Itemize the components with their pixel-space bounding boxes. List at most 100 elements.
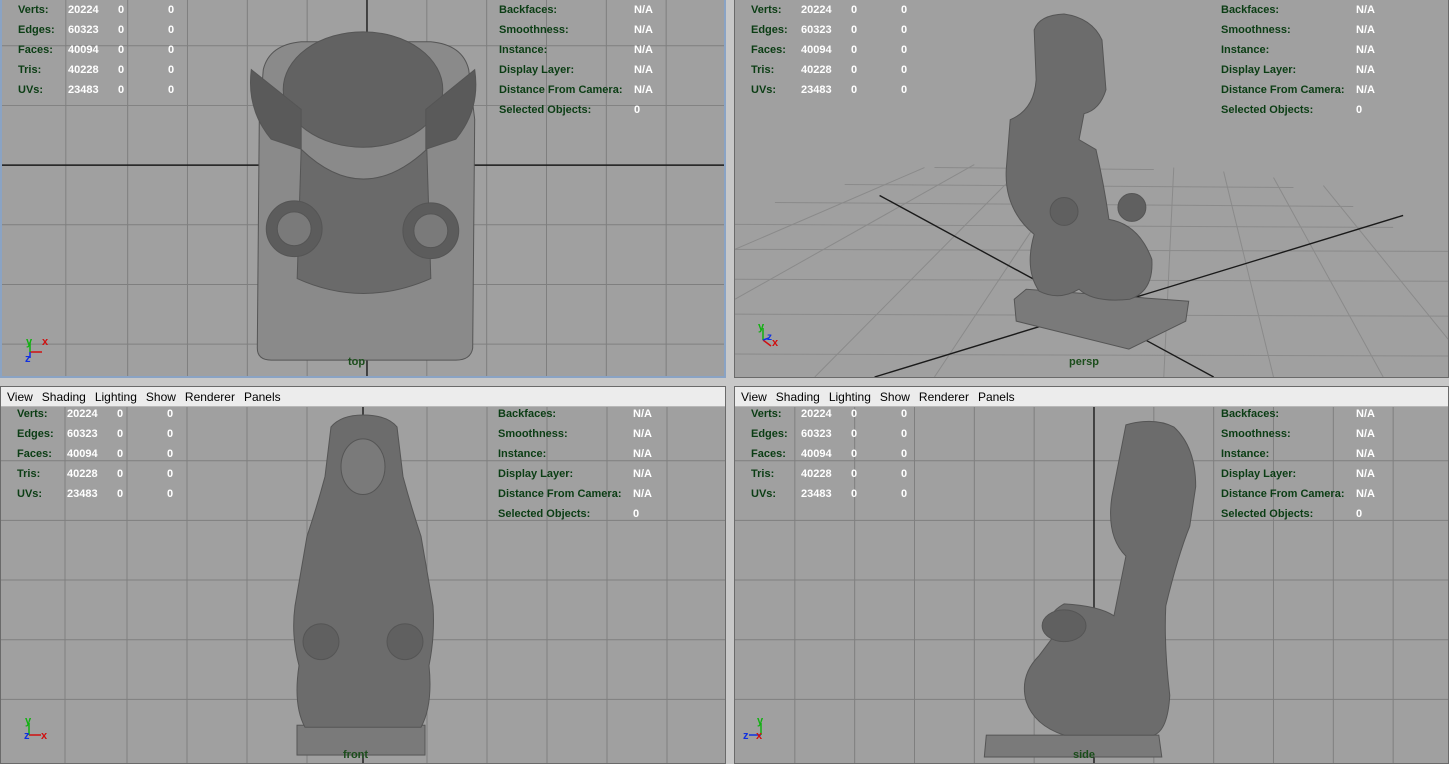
hud-value: 23483 xyxy=(801,84,832,96)
hud-value: N/A xyxy=(1356,468,1375,480)
hud-row: Backfaces: N/A xyxy=(499,4,659,18)
axis-x-label: x xyxy=(756,730,763,742)
hud-sub: 0 xyxy=(168,64,175,76)
hud-key: Smoothness: xyxy=(499,24,569,36)
hud-row: Edges: 60323 0 0 xyxy=(751,24,921,38)
hud-row: UVs: 23483 0 0 xyxy=(17,488,187,502)
hud-sub: 0 xyxy=(901,24,908,36)
hud-sub: 0 xyxy=(167,408,174,420)
menu-panels[interactable]: Panels xyxy=(244,390,281,404)
hud-value: N/A xyxy=(1356,44,1375,56)
menu-shading[interactable]: Shading xyxy=(776,390,820,404)
hud-key: Selected Objects: xyxy=(498,508,591,520)
hud-value: 40228 xyxy=(67,468,98,480)
menu-lighting[interactable]: Lighting xyxy=(95,390,137,404)
camera-label: top xyxy=(348,356,366,368)
hud-key: Display Layer: xyxy=(499,64,575,76)
hud-value: N/A xyxy=(1356,488,1375,500)
viewport-side[interactable]: View Shading Lighting Show Renderer Pane… xyxy=(734,386,1449,764)
axis-z-label: z xyxy=(24,730,30,742)
hud-value: 20224 xyxy=(801,4,832,16)
axis-z-label: z xyxy=(767,332,772,343)
hud-selected: 0 xyxy=(117,448,124,460)
viewport-top[interactable]: Verts: 20224 0 0 Edges: 60323 0 0 Faces: 40094 0 0 T… xyxy=(0,0,726,378)
hud-key: Display Layer: xyxy=(1221,64,1297,76)
hud-row: Smoothness: N/A xyxy=(1221,24,1381,38)
hud-key: Instance: xyxy=(1221,44,1270,56)
hud-value: 40094 xyxy=(801,44,832,56)
hud-key: Faces: xyxy=(751,448,786,460)
hud-key: Distance From Camera: xyxy=(1221,84,1345,96)
menu-panels[interactable]: Panels xyxy=(978,390,1015,404)
menu-renderer[interactable]: Renderer xyxy=(185,390,235,404)
viewport-canvas[interactable]: Verts: 20224 0 0 Edges: 60323 0 0 Faces: 40094 0 0 T… xyxy=(735,407,1448,763)
menu-show[interactable]: Show xyxy=(880,390,910,404)
hud-selected: 0 xyxy=(851,428,858,440)
hud-value: 40228 xyxy=(801,64,832,76)
viewport-canvas[interactable]: Verts: 20224 0 0 Edges: 60323 0 0 Faces: 40094 0 0 T… xyxy=(1,407,725,763)
hud-value: N/A xyxy=(1356,84,1375,96)
viewport-persp[interactable]: Verts: 20224 0 0 Edges: 60323 0 0 Faces: 40094 0 0 T… xyxy=(734,0,1449,378)
menu-shading[interactable]: Shading xyxy=(42,390,86,404)
hud-key: Smoothness: xyxy=(1221,428,1291,440)
axis-z-label: z xyxy=(743,730,749,742)
hud-value: 23483 xyxy=(68,84,99,96)
axis-x-label: x xyxy=(42,336,49,348)
hud-value: 40094 xyxy=(68,44,99,56)
hud-key: Tris: xyxy=(751,468,775,480)
hud-row: UVs: 23483 0 0 xyxy=(751,84,921,98)
hud-selected: 0 xyxy=(118,64,125,76)
hud-value: 0 xyxy=(1356,508,1363,520)
hud-value: N/A xyxy=(634,24,653,36)
hud-sub: 0 xyxy=(901,64,908,76)
hud-key: Display Layer: xyxy=(1221,468,1297,480)
hud-row: Verts: 20224 0 0 xyxy=(17,408,187,422)
statue-mesh xyxy=(983,420,1197,758)
menu-view[interactable]: View xyxy=(741,390,767,404)
hud-row: Tris: 40228 0 0 xyxy=(751,64,921,78)
hud-value: N/A xyxy=(633,448,652,460)
hud-sub: 0 xyxy=(901,428,908,440)
hud-row: Tris: 40228 0 0 xyxy=(751,468,921,482)
hud-key: Instance: xyxy=(1221,448,1270,460)
hud-key: Tris: xyxy=(17,468,41,480)
hud-row: Edges: 60323 0 0 xyxy=(751,428,921,442)
hud-selected: 0 xyxy=(851,488,858,500)
hud-selected: 0 xyxy=(117,488,124,500)
hud-key: Backfaces: xyxy=(499,4,558,16)
menu-lighting[interactable]: Lighting xyxy=(829,390,871,404)
panel-menu-bar: View Shading Lighting Show Renderer Pane… xyxy=(1,387,725,407)
hud-key: Display Layer: xyxy=(498,468,574,480)
hud-value: 40228 xyxy=(68,64,99,76)
hud-key: Selected Objects: xyxy=(499,104,592,116)
hud-row: Smoothness: N/A xyxy=(498,428,658,442)
hud-value: 60323 xyxy=(67,428,98,440)
hud-key: Backfaces: xyxy=(1221,4,1280,16)
viewport-front[interactable]: View Shading Lighting Show Renderer Pane… xyxy=(0,386,726,764)
hud-selected: 0 xyxy=(851,24,858,36)
menu-show[interactable]: Show xyxy=(146,390,176,404)
viewport-canvas[interactable]: Verts: 20224 0 0 Edges: 60323 0 0 Faces: 40094 0 0 T… xyxy=(2,0,724,376)
hud-selected: 0 xyxy=(851,448,858,460)
hud-key: Backfaces: xyxy=(1221,408,1280,420)
hud-value: 20224 xyxy=(67,408,98,420)
menu-renderer[interactable]: Renderer xyxy=(919,390,969,404)
hud-value: 0 xyxy=(1356,104,1363,116)
hud-sub: 0 xyxy=(168,4,175,16)
hud-sub: 0 xyxy=(901,488,908,500)
hud-row: UVs: 23483 0 0 xyxy=(751,488,921,502)
hud-sub: 0 xyxy=(901,468,908,480)
viewport-canvas[interactable]: Verts: 20224 0 0 Edges: 60323 0 0 Faces: 40094 0 0 T… xyxy=(735,0,1448,377)
hud-row: Tris: 40228 0 0 xyxy=(17,468,187,482)
hud-value: N/A xyxy=(633,488,652,500)
hud-key: UVs: xyxy=(17,488,43,500)
menu-view[interactable]: View xyxy=(7,390,33,404)
hud-selected: 0 xyxy=(117,408,124,420)
hud-key: Verts: xyxy=(751,4,782,16)
axis-gizmo: x y z xyxy=(21,713,61,753)
hud-key: UVs: xyxy=(751,84,777,96)
hud-value: 60323 xyxy=(68,24,99,36)
hud-key: Selected Objects: xyxy=(1221,104,1314,116)
hud-row: Distance From Camera: N/A xyxy=(498,488,658,502)
axis-y-label: y xyxy=(26,336,33,348)
